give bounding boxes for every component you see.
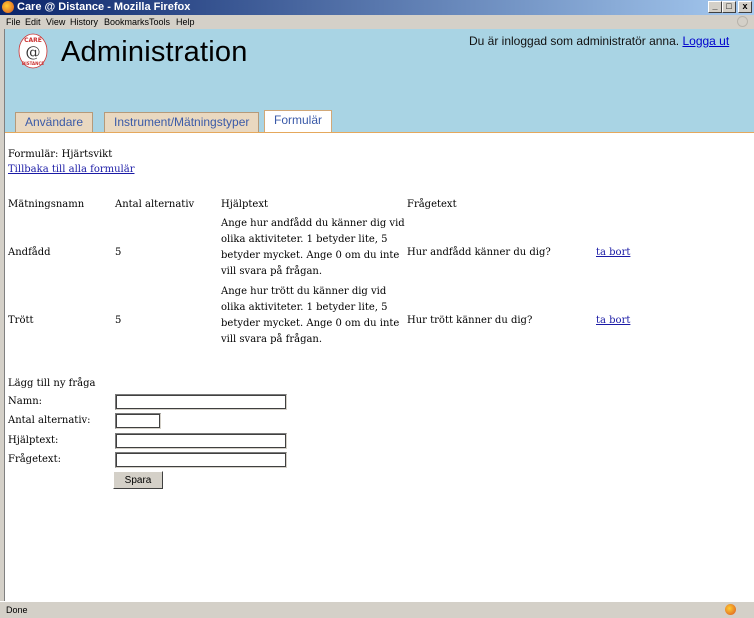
help-text-input[interactable] <box>115 433 287 449</box>
count-label: Antal alternativ: <box>8 415 91 426</box>
name-label: Namn: <box>8 396 43 407</box>
question-text-label: Frågetext: <box>8 454 61 465</box>
logout-link[interactable]: Logga ut <box>682 34 729 48</box>
menu-edit[interactable]: Edit <box>25 17 41 27</box>
status-bar: Done <box>0 601 754 618</box>
page-content: CARE @ DISTANCE Administration Du är inl… <box>4 29 754 601</box>
col-header-name: Mätningsnamn <box>8 199 85 210</box>
col-header-count: Antal alternativ <box>115 199 195 210</box>
firefox-icon <box>2 1 14 13</box>
count-input[interactable] <box>115 413 161 429</box>
question-text-input[interactable] <box>115 452 287 468</box>
window-title-bar[interactable]: Care @ Distance - Mozilla Firefox _ □ x <box>0 0 754 15</box>
window-title: Care @ Distance - Mozilla Firefox <box>17 1 191 13</box>
menu-bar: File Edit View History Bookmarks Tools H… <box>0 15 754 29</box>
row-2-count: 5 <box>115 315 122 326</box>
menu-bookmarks[interactable]: Bookmarks <box>104 17 149 27</box>
tab-users[interactable]: Användare <box>15 112 94 133</box>
col-header-question: Frågetext <box>407 199 457 210</box>
row-2-help: Ange hur trött du känner dig vid olika a… <box>221 286 400 345</box>
tab-instruments[interactable]: Instrument/Mätningstyper <box>104 112 260 133</box>
minimize-button[interactable]: _ <box>708 1 722 13</box>
menu-history[interactable]: History <box>70 17 98 27</box>
logged-in-text: Du är inloggad som administratör anna. <box>469 34 680 48</box>
page-title: Administration <box>61 36 248 68</box>
activity-throbber-icon <box>737 16 748 27</box>
svg-text:@: @ <box>26 43 41 61</box>
row-2-name: Trött <box>8 315 34 326</box>
new-question-heading: Lägg till ny fråga <box>8 378 96 389</box>
menu-view[interactable]: View <box>46 17 65 27</box>
maximize-button[interactable]: □ <box>722 1 736 13</box>
form-detail-area: Formulär: Hjärtsvikt Tillbaka till alla … <box>5 133 754 601</box>
col-header-help: Hjälptext <box>221 199 268 210</box>
menu-file[interactable]: File <box>6 17 21 27</box>
svg-text:DISTANCE: DISTANCE <box>22 61 44 66</box>
row-2-delete-link[interactable]: ta bort <box>596 315 630 326</box>
row-1-name: Andfådd <box>8 247 51 258</box>
tab-forms[interactable]: Formulär <box>264 110 333 133</box>
menu-tools[interactable]: Tools <box>149 17 170 27</box>
name-input[interactable] <box>115 394 287 410</box>
back-to-forms-link[interactable]: Tillbaka till alla formulär <box>8 164 134 175</box>
row-1-help: Ange hur andfådd du känner dig vid olika… <box>221 218 405 277</box>
form-heading: Formulär: Hjärtsvikt <box>8 149 113 160</box>
save-button[interactable]: Spara <box>113 471 163 489</box>
menu-help[interactable]: Help <box>176 17 195 27</box>
login-status: Du är inloggad som administratör anna. L… <box>469 34 729 48</box>
row-2-question: Hur trött känner du dig? <box>407 315 533 326</box>
help-text-label: Hjälptext: <box>8 435 59 446</box>
row-1-count: 5 <box>115 247 122 258</box>
status-text: Done <box>6 605 28 615</box>
row-1-delete-link[interactable]: ta bort <box>596 247 630 258</box>
page-header: CARE @ DISTANCE Administration Du är inl… <box>5 29 754 141</box>
care-at-distance-logo: CARE @ DISTANCE <box>18 33 48 69</box>
close-button[interactable]: x <box>738 1 752 13</box>
row-1-question: Hur andfådd känner du dig? <box>407 247 551 258</box>
firefox-status-icon[interactable] <box>725 604 736 615</box>
